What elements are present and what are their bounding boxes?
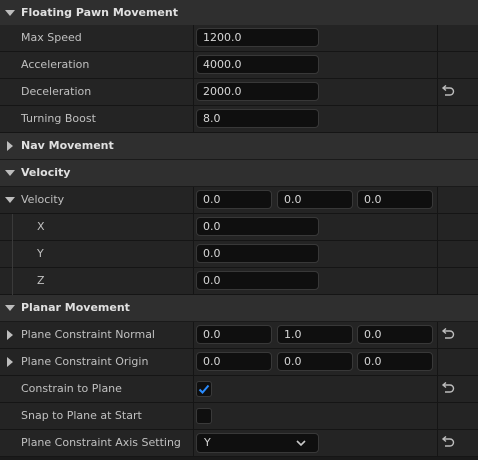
triangle-right-icon[interactable]	[7, 357, 13, 367]
category-floating-pawn-movement[interactable]: Floating Pawn Movement	[0, 0, 478, 27]
triangle-down-icon[interactable]	[5, 10, 15, 16]
plane-origin-z-field[interactable]	[357, 352, 433, 371]
property-label: Snap to Plane at Start	[21, 409, 142, 422]
reset-arrow-icon[interactable]	[440, 328, 456, 342]
column-divider	[437, 106, 438, 133]
column-divider	[193, 52, 194, 79]
category-planar-movement[interactable]: Planar Movement	[0, 295, 478, 322]
column-divider	[437, 187, 438, 214]
column-divider	[437, 214, 438, 241]
triangle-down-icon[interactable]	[5, 170, 15, 176]
category-title: Planar Movement	[21, 301, 130, 314]
property-label: Y	[37, 247, 44, 260]
dropdown-value: Y	[204, 436, 211, 449]
property-label: Turning Boost	[21, 112, 96, 125]
column-divider	[437, 241, 438, 268]
acceleration-field[interactable]	[196, 55, 319, 74]
property-label: X	[37, 220, 45, 233]
reset-arrow-icon[interactable]	[440, 85, 456, 99]
column-divider	[193, 214, 194, 241]
column-divider	[193, 187, 194, 214]
velocity-y-field[interactable]	[277, 190, 353, 209]
property-row-plane-constraint-origin: Plane Constraint Origin	[0, 349, 478, 376]
column-divider	[437, 322, 438, 349]
plane-normal-y-field[interactable]	[277, 325, 353, 344]
column-divider	[193, 322, 194, 349]
details-panel: Floating Pawn Movement Max Speed Acceler…	[0, 0, 478, 460]
category-title: Floating Pawn Movement	[21, 6, 178, 19]
column-divider	[437, 430, 438, 457]
property-label: Max Speed	[21, 31, 82, 44]
property-label: Velocity	[21, 193, 65, 206]
column-divider	[437, 25, 438, 52]
deceleration-field[interactable]	[196, 82, 319, 101]
property-row-deceleration: Deceleration	[0, 79, 478, 106]
property-label: Z	[37, 274, 45, 287]
property-row-snap-to-plane-at-start: Snap to Plane at Start	[0, 403, 478, 430]
property-row-plane-constraint-axis-setting: Plane Constraint Axis Setting Y	[0, 430, 478, 457]
column-divider	[193, 25, 194, 52]
category-nav-movement[interactable]: Nav Movement	[0, 133, 478, 160]
y-field[interactable]	[196, 244, 319, 263]
category-velocity[interactable]: Velocity	[0, 160, 478, 187]
column-divider	[437, 349, 438, 376]
column-divider	[193, 106, 194, 133]
property-label: Acceleration	[21, 58, 90, 71]
column-divider	[193, 430, 194, 457]
plane-normal-x-field[interactable]	[196, 325, 272, 344]
property-label: Plane Constraint Axis Setting	[21, 436, 181, 449]
snap-to-plane-checkbox[interactable]	[196, 408, 212, 424]
triangle-right-icon[interactable]	[7, 330, 13, 340]
indent-guide	[12, 241, 13, 268]
column-divider	[193, 349, 194, 376]
property-row-max-speed: Max Speed	[0, 25, 478, 52]
x-field[interactable]	[196, 217, 319, 236]
velocity-x-field[interactable]	[196, 190, 272, 209]
column-divider	[193, 376, 194, 403]
turning-boost-field[interactable]	[196, 109, 319, 128]
column-divider	[437, 268, 438, 295]
column-divider	[437, 79, 438, 106]
category-title: Nav Movement	[21, 139, 114, 152]
reset-arrow-icon[interactable]	[440, 436, 456, 450]
column-divider	[193, 403, 194, 430]
property-row-velocity-x: X	[0, 214, 478, 241]
indent-guide	[12, 214, 13, 241]
property-label: Constrain to Plane	[21, 382, 122, 395]
column-divider	[193, 268, 194, 295]
property-row-velocity-z: Z	[0, 268, 478, 295]
z-field[interactable]	[196, 271, 319, 290]
velocity-z-field[interactable]	[357, 190, 433, 209]
property-row-turning-boost: Turning Boost	[0, 106, 478, 133]
checkmark-icon	[198, 384, 210, 394]
triangle-down-icon[interactable]	[5, 197, 15, 203]
category-title: Velocity	[21, 166, 71, 179]
indent-guide	[12, 268, 13, 295]
property-label: Deceleration	[21, 85, 92, 98]
plane-origin-x-field[interactable]	[196, 352, 272, 371]
property-label: Plane Constraint Origin	[21, 355, 149, 368]
property-label: Plane Constraint Normal	[21, 328, 155, 341]
column-divider	[437, 376, 438, 403]
property-row-velocity-y: Y	[0, 241, 478, 268]
column-divider	[437, 52, 438, 79]
plane-normal-z-field[interactable]	[357, 325, 433, 344]
property-row-velocity: Velocity	[0, 187, 478, 214]
property-row-constrain-to-plane: Constrain to Plane	[0, 376, 478, 403]
axis-setting-dropdown[interactable]: Y	[196, 433, 319, 453]
constrain-to-plane-checkbox[interactable]	[196, 381, 212, 397]
chevron-down-icon	[296, 440, 306, 447]
max-speed-field[interactable]	[196, 28, 319, 47]
column-divider	[193, 79, 194, 106]
column-divider	[437, 403, 438, 430]
property-row-plane-constraint-normal: Plane Constraint Normal	[0, 322, 478, 349]
plane-origin-y-field[interactable]	[277, 352, 353, 371]
triangle-right-icon[interactable]	[7, 141, 13, 151]
property-row-acceleration: Acceleration	[0, 52, 478, 79]
column-divider	[193, 241, 194, 268]
triangle-down-icon[interactable]	[5, 305, 15, 311]
reset-arrow-icon[interactable]	[440, 382, 456, 396]
